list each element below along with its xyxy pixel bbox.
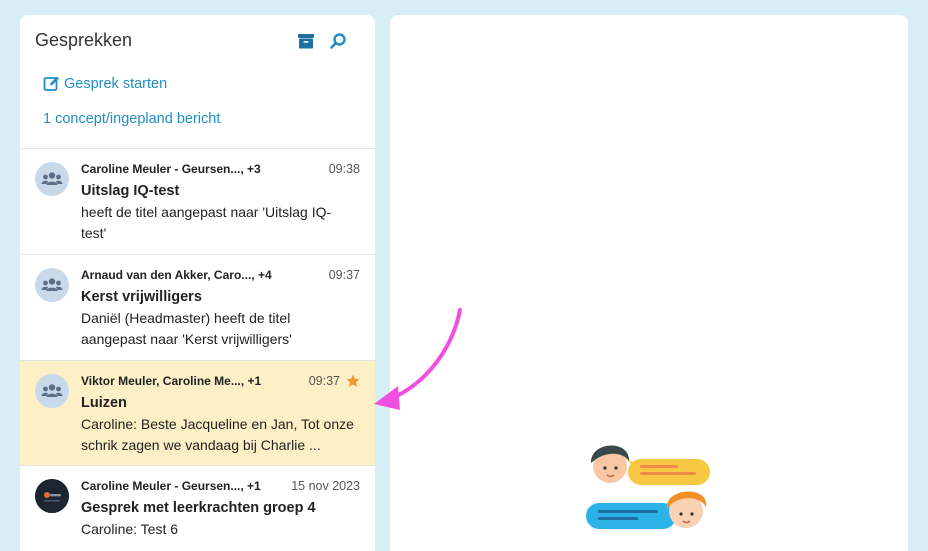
group-icon	[41, 384, 63, 397]
conversation-subject: Uitslag IQ-test	[81, 183, 180, 199]
group-avatar	[35, 268, 69, 302]
participants: Arnaud van den Akker, Caro..., +4	[81, 268, 272, 282]
group-avatar	[35, 162, 69, 196]
photo-avatar	[35, 479, 69, 513]
conversation-item[interactable]: Caroline Meuler - Geursen..., +3 09:38 U…	[20, 149, 375, 255]
message-preview: heeft de titel aangepast naar 'Uitslag I…	[81, 202, 360, 244]
conversation-item[interactable]: Arnaud van den Akker, Caro..., +4 09:37 …	[20, 255, 375, 361]
participants: Caroline Meuler - Geursen..., +3	[81, 162, 261, 176]
conversation-subject: Gesprek met leerkrachten groep 4	[81, 500, 316, 516]
start-conversation-label: Gesprek starten	[64, 75, 168, 92]
preview-line: Daniël (Headmaster) heeft de titel	[81, 310, 291, 326]
conversation-subject: Kerst vrijwilligers	[81, 289, 202, 305]
chat-people-illustration	[586, 445, 710, 529]
participants: Viktor Meuler, Caroline Me..., +1	[81, 374, 262, 388]
archive-icon[interactable]	[296, 31, 316, 51]
search-icon[interactable]	[328, 31, 348, 51]
group-icon	[41, 172, 63, 185]
conversation-subject: Luizen	[81, 395, 127, 411]
panel-header: Gesprekken	[35, 29, 360, 53]
conversation-detail-panel	[390, 15, 908, 551]
timestamp: 15 nov 2023	[291, 479, 360, 493]
group-icon	[41, 278, 63, 291]
message-preview: Daniël (Headmaster) heeft de titel aange…	[81, 308, 360, 350]
participants: Caroline Meuler - Geursen..., +1	[81, 479, 261, 493]
message-preview: Caroline: Test 6	[81, 519, 360, 540]
pink-pointer-arrow	[374, 308, 462, 410]
star-icon[interactable]	[346, 374, 360, 388]
conversation-item[interactable]: Caroline Meuler - Geursen..., +1 15 nov …	[20, 466, 375, 551]
message-preview: Caroline: Beste Jacqueline en Jan, Tot o…	[81, 414, 360, 456]
conversation-list: Caroline Meuler - Geursen..., +3 09:38 U…	[20, 148, 375, 551]
preview-line: aangepast naar 'Kerst vrijwilligers'	[81, 331, 292, 347]
photo-avatar-icon	[35, 479, 69, 513]
group-avatar	[35, 374, 69, 408]
drafts-link[interactable]: 1 concept/ingepland bericht	[43, 111, 220, 127]
preview-line: Caroline: Beste Jacqueline en Jan, Tot o…	[81, 416, 354, 432]
timestamp: 09:38	[328, 162, 360, 176]
start-conversation-button[interactable]: Gesprek starten	[43, 75, 167, 92]
preview-line: test'	[81, 225, 107, 241]
timestamp: 09:37	[308, 374, 340, 388]
preview-line: Caroline: Test 6	[81, 521, 179, 537]
preview-line: heeft de titel aangepast naar 'Uitslag I…	[81, 204, 332, 220]
edit-icon	[43, 76, 59, 91]
conversations-panel: Gesprekken Gesprek starten 1 concept/ing…	[20, 15, 375, 551]
preview-line: schrik zagen we vandaag bij Charlie ...	[81, 437, 321, 453]
conversation-item-selected[interactable]: Viktor Meuler, Caroline Me..., +1 09:37 …	[20, 361, 375, 466]
timestamp: 09:37	[328, 268, 360, 282]
